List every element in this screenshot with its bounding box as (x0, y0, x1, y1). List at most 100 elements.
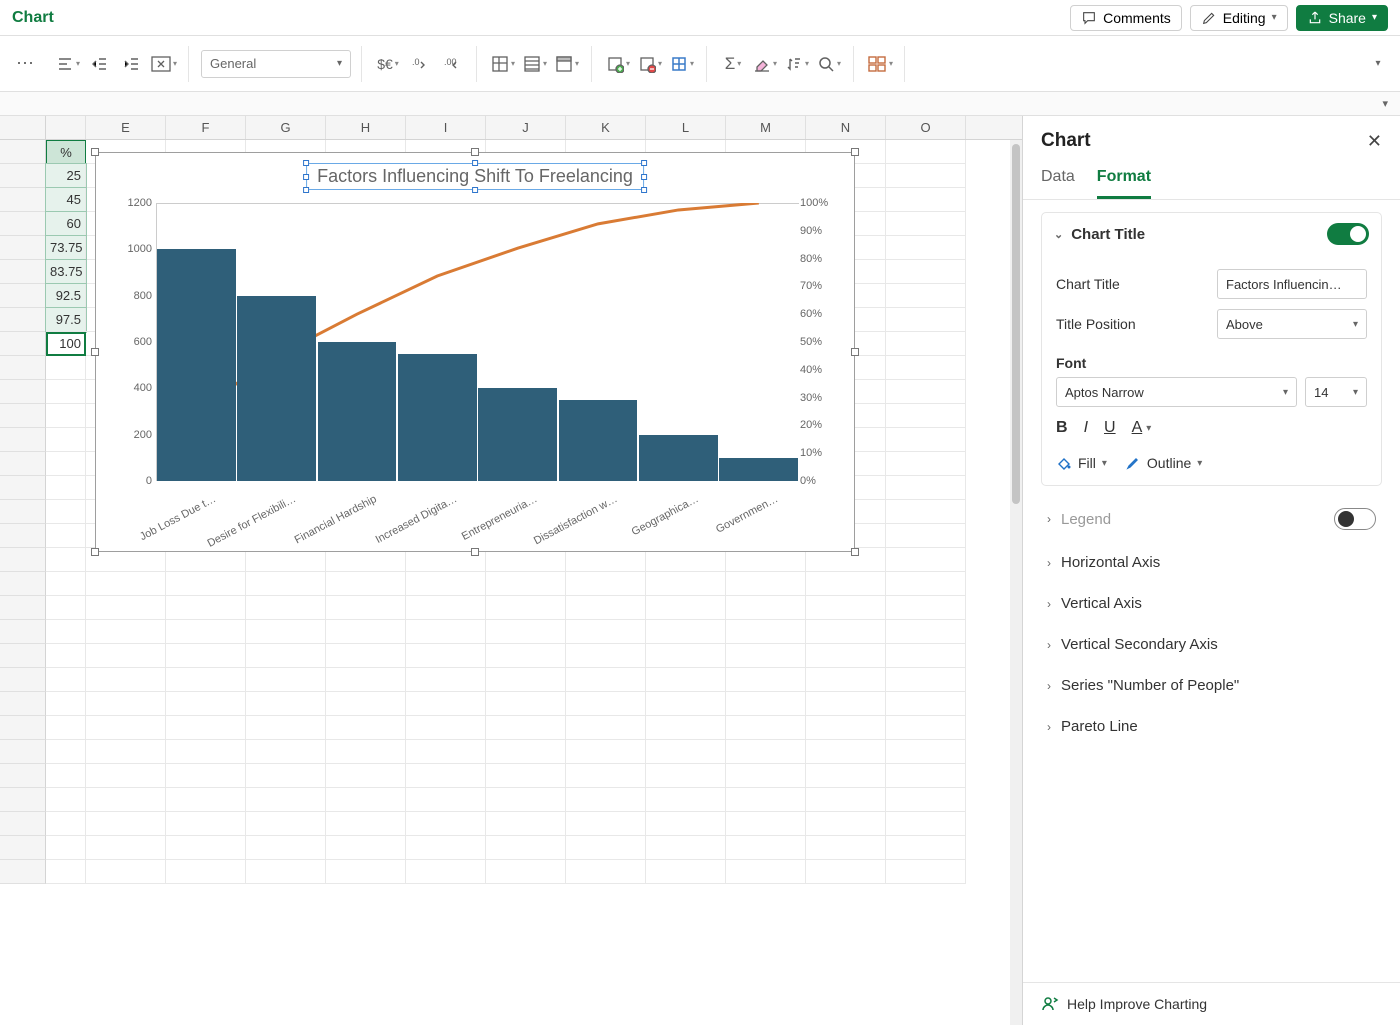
bold-button[interactable]: B (1056, 419, 1068, 437)
resize-handle[interactable] (471, 148, 479, 156)
section-label: Chart Title (1071, 226, 1145, 243)
column-header[interactable]: G (246, 116, 326, 139)
section-label: Legend (1061, 511, 1111, 528)
clear-button[interactable]: ▾ (751, 50, 779, 78)
cell[interactable]: 92.5 (46, 284, 86, 308)
vertical-scrollbar[interactable] (1010, 140, 1022, 1025)
column-header[interactable]: L (646, 116, 726, 139)
chevron-down-icon: ▾ (1146, 423, 1151, 434)
share-button[interactable]: Share ▾ (1296, 5, 1388, 31)
cell[interactable]: 45 (46, 188, 86, 212)
active-cell[interactable]: 100 (46, 332, 86, 356)
y-axis-tick: 200 (134, 429, 152, 441)
italic-button[interactable]: I (1084, 419, 1088, 437)
spreadsheet-area[interactable]: E F G H I J K L M N O % 25 45 60 73.75 8… (0, 116, 1022, 1025)
insert-cells-button[interactable]: ▾ (604, 50, 632, 78)
chart-bar (719, 458, 798, 481)
addins-button[interactable]: ▾ (866, 50, 894, 78)
resize-handle[interactable] (851, 148, 859, 156)
underline-button[interactable]: U (1104, 419, 1116, 437)
close-panel-button[interactable]: ✕ (1367, 131, 1382, 152)
horizontal-axis-section[interactable]: › Horizontal Axis (1041, 542, 1382, 583)
chevron-down-icon: ▾ (1353, 387, 1358, 398)
ribbon-more-button[interactable]: ⋯ (8, 50, 42, 78)
resize-handle[interactable] (91, 348, 99, 356)
chart-title[interactable]: Factors Influencing Shift To Freelancing (306, 163, 644, 190)
delete-cells-button[interactable]: ▾ (636, 50, 664, 78)
outline-dropdown[interactable]: Outline ▾ (1125, 455, 1202, 471)
section-label: Vertical Axis (1061, 595, 1142, 612)
cell[interactable]: 83.75 (46, 260, 86, 284)
grid[interactable]: % 25 45 60 73.75 83.75 92.5 97.5 100 (0, 140, 1022, 1025)
column-header[interactable]: F (166, 116, 246, 139)
column-header[interactable]: K (566, 116, 646, 139)
tab-data[interactable]: Data (1041, 168, 1075, 199)
comments-label: Comments (1103, 10, 1171, 26)
tab-format[interactable]: Format (1097, 168, 1151, 199)
format-cells-button[interactable]: ▾ (668, 50, 696, 78)
title-position-select[interactable]: Above ▾ (1217, 309, 1367, 339)
series-section[interactable]: › Series "Number of People" (1041, 665, 1382, 706)
chevron-right-icon: › (1047, 679, 1051, 693)
cell[interactable]: 25 (46, 164, 86, 188)
chart-title-toggle[interactable] (1327, 223, 1369, 245)
cell[interactable]: 97.5 (46, 308, 86, 332)
x-axis-tick: Dissatisfaction w… (532, 493, 620, 547)
find-button[interactable]: ▾ (815, 50, 843, 78)
merge-cells-button[interactable]: ▾ (150, 50, 178, 78)
chart-title-input[interactable]: Factors Influencin… (1217, 269, 1367, 299)
legend-toggle[interactable] (1334, 508, 1376, 530)
chevron-down-icon[interactable]: ▾ (1382, 97, 1388, 110)
column-header[interactable]: N (806, 116, 886, 139)
legend-section[interactable]: › Legend (1041, 496, 1382, 542)
editing-mode-button[interactable]: Editing ▾ (1190, 5, 1288, 31)
indent-increase-button[interactable] (118, 50, 146, 78)
cell-styles-button[interactable]: ▾ (553, 50, 581, 78)
resize-handle[interactable] (851, 348, 859, 356)
autosum-button[interactable]: Σ▾ (719, 50, 747, 78)
chart-bar (237, 296, 316, 481)
column-header[interactable]: I (406, 116, 486, 139)
font-family-select[interactable]: Aptos Narrow ▾ (1056, 377, 1297, 407)
panel-footer-link[interactable]: Help Improve Charting (1023, 982, 1400, 1025)
chevron-right-icon: › (1047, 720, 1051, 734)
column-header[interactable]: E (86, 116, 166, 139)
y2-axis-tick: 10% (800, 447, 822, 459)
column-header[interactable]: J (486, 116, 566, 139)
pareto-line-section[interactable]: › Pareto Line (1041, 706, 1382, 747)
title-position-label: Title Position (1056, 316, 1136, 332)
increase-decimal-button[interactable]: .0 (406, 50, 434, 78)
decrease-decimal-button[interactable]: .00 (438, 50, 466, 78)
cell[interactable]: % (46, 140, 86, 164)
resize-handle[interactable] (471, 548, 479, 556)
number-format-select[interactable]: General ▾ (201, 50, 351, 78)
cell[interactable]: 60 (46, 212, 86, 236)
column-header[interactable]: H (326, 116, 406, 139)
chart-bar (398, 354, 477, 481)
scrollbar-thumb[interactable] (1012, 144, 1020, 504)
section-label: Pareto Line (1061, 718, 1138, 735)
resize-handle[interactable] (851, 548, 859, 556)
align-left-button[interactable]: ▾ (54, 50, 82, 78)
vertical-axis-section[interactable]: › Vertical Axis (1041, 583, 1382, 624)
indent-decrease-button[interactable] (86, 50, 114, 78)
font-size-select[interactable]: 14 ▾ (1305, 377, 1367, 407)
ribbon-collapse-button[interactable]: ▾ (1364, 50, 1392, 78)
column-header[interactable]: O (886, 116, 966, 139)
fill-dropdown[interactable]: Fill ▾ (1056, 455, 1107, 471)
comments-button[interactable]: Comments (1070, 5, 1182, 31)
conditional-formatting-button[interactable]: ▾ (489, 50, 517, 78)
resize-handle[interactable] (91, 148, 99, 156)
feedback-icon (1041, 995, 1059, 1013)
cell[interactable]: 73.75 (46, 236, 86, 260)
column-header[interactable]: M (726, 116, 806, 139)
format-table-button[interactable]: ▾ (521, 50, 549, 78)
column-header[interactable] (46, 116, 86, 139)
vertical-secondary-axis-section[interactable]: › Vertical Secondary Axis (1041, 624, 1382, 665)
currency-button[interactable]: $€▾ (374, 50, 402, 78)
sort-filter-button[interactable]: ▾ (783, 50, 811, 78)
embedded-chart[interactable]: Factors Influencing Shift To Freelancing… (95, 152, 855, 552)
font-color-button[interactable]: A▾ (1132, 419, 1152, 437)
resize-handle[interactable] (91, 548, 99, 556)
chart-title-accordion-header[interactable]: ⌄ Chart Title (1042, 213, 1381, 255)
